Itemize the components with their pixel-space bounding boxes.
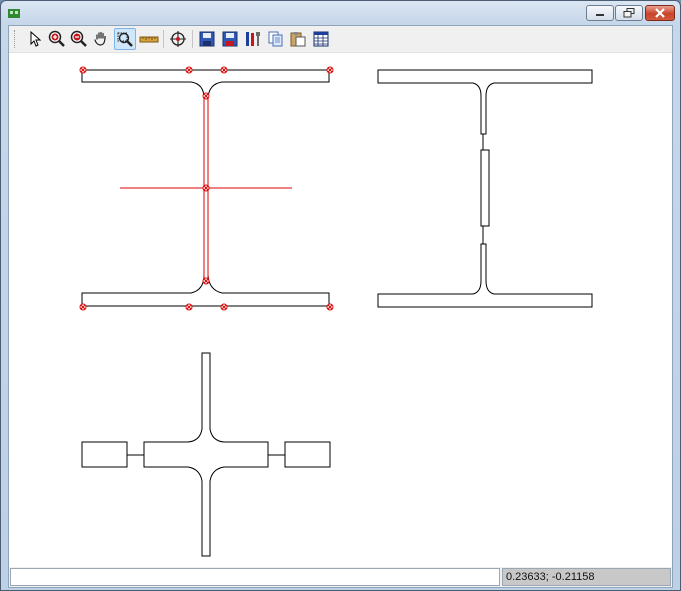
zoom-window-tool-button[interactable] [114,28,136,50]
paste-icon [290,32,306,47]
grip-handle [79,66,87,74]
grip-handle [202,92,210,100]
zoom-in-tool-button[interactable] [46,28,68,50]
toolbar-grip[interactable] [14,30,17,48]
toolbar-separator [163,30,164,48]
ruler-icon [139,36,159,43]
paste-tool-button[interactable] [287,28,309,50]
floppy-red-icon [222,31,238,47]
i-beam-section-segmented[interactable] [377,69,593,308]
close-icon [655,8,665,18]
pan-tool-button[interactable] [91,28,113,50]
minimize-button[interactable] [586,5,614,21]
zoom-extents-tool-button[interactable] [167,28,189,50]
hand-icon [94,31,106,46]
grip-handle [326,303,334,311]
zoom-out-icon [70,30,87,47]
grip-handle [185,66,193,74]
table-icon [313,31,329,47]
grip-handle [202,184,210,192]
measure-tool-button[interactable] [138,28,160,50]
zoom-in-icon [48,30,65,47]
grip-handle [220,303,228,311]
crosshair-icon [170,31,186,47]
select-tool-button[interactable] [24,28,46,50]
status-message [10,568,500,586]
save-as-tool-button[interactable] [219,28,241,50]
table-tool-button[interactable] [310,28,332,50]
copy-tool-button[interactable] [265,28,287,50]
restore-icon [623,8,635,18]
properties-tool-button[interactable] [242,28,264,50]
app-window: 0.23633; -0.21158 [0,0,681,591]
status-bar: 0.23633; -0.21158 [9,567,672,587]
copy-icon [268,31,283,47]
app-icon [8,9,20,18]
arrow-cursor-icon [30,31,42,47]
tools-icon [246,32,260,46]
title-bar[interactable] [1,1,680,25]
save-tool-button[interactable] [196,28,218,50]
cruciform-section[interactable] [81,352,331,557]
zoom-window-icon [117,32,133,47]
minimize-icon [596,14,604,16]
restore-button[interactable] [615,5,643,21]
cursor-coordinates: 0.23633; -0.21158 [502,568,671,586]
floppy-icon [199,31,215,47]
grip-handle [202,277,210,285]
toolbar [9,26,672,53]
grip-handle [79,303,87,311]
drawing-canvas[interactable] [9,53,672,568]
grip-handle [185,303,193,311]
toolbar-separator [192,30,193,48]
grip-handle [220,66,228,74]
close-button[interactable] [645,5,675,21]
client-area: 0.23633; -0.21158 [8,25,673,588]
zoom-out-tool-button[interactable] [68,28,90,50]
grip-handle [326,66,334,74]
